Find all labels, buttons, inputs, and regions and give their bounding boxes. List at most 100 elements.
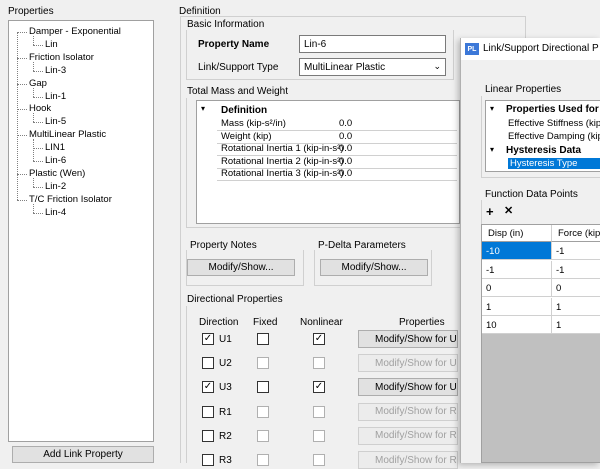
fixed-u3-checkbox[interactable] <box>257 381 269 394</box>
nonlinear-r1-checkbox[interactable] <box>313 405 325 418</box>
popup-tree-section[interactable]: Hysteresis Data <box>506 145 581 156</box>
mass-row-value[interactable]: 0.0 <box>339 168 352 179</box>
function-data-table[interactable]: Disp (in) Force (kip) -10 -1 -1 -1 0 0 1 1 10 1 <box>481 224 600 334</box>
tree-property-item[interactable]: Lin <box>45 39 58 50</box>
modify-r1-button[interactable]: Modify/Show for R1... <box>358 402 458 421</box>
tree-branch-line <box>33 35 34 45</box>
collapse-icon[interactable]: ▾ <box>490 104 494 113</box>
mass-row-value[interactable]: 0.0 <box>339 131 352 142</box>
tree-category-item[interactable]: Damper - Exponential <box>29 26 121 37</box>
mass-row-value[interactable]: 0.0 <box>339 143 352 154</box>
app-icon: PL <box>465 43 479 55</box>
table-cell[interactable]: 10 <box>482 316 552 334</box>
nonlinear-u3-checkbox[interactable]: ✓ <box>313 381 325 394</box>
direction-r2-checkbox[interactable] <box>202 429 214 442</box>
property-name-input[interactable]: Lin-6 <box>299 35 446 53</box>
fixed-u2-checkbox[interactable] <box>257 357 269 370</box>
table-cell[interactable]: 1 <box>482 297 552 316</box>
tree-root-line <box>17 32 18 200</box>
table-cell[interactable]: 1 <box>552 298 600 316</box>
table-cell[interactable]: 0 <box>482 279 552 297</box>
table-cell[interactable]: -1 <box>482 260 552 279</box>
properties-tree[interactable]: Damper - Exponential Lin Friction Isolator… <box>8 20 154 442</box>
direction-u2-checkbox[interactable] <box>202 357 214 370</box>
tree-connector <box>17 32 27 33</box>
tree-branch-line <box>33 113 34 123</box>
nonlinear-u1-checkbox[interactable]: ✓ <box>313 333 325 345</box>
property-name-label: Property Name <box>198 39 270 50</box>
modify-r2-button[interactable]: Modify/Show for R2... <box>358 426 458 445</box>
add-point-icon[interactable]: + <box>486 205 494 218</box>
table-header[interactable]: Force (kip) <box>552 225 600 242</box>
modify-u3-button[interactable]: Modify/Show for U3... <box>358 378 458 397</box>
direction-r1-label: R1 <box>219 406 232 418</box>
tree-connector <box>33 161 43 162</box>
linear-properties-grid[interactable]: ▾ Properties Used for Effective Stiffness … <box>485 100 600 172</box>
mass-weight-title: Total Mass and Weight <box>187 86 288 97</box>
fixed-u1-checkbox[interactable] <box>257 333 269 345</box>
mass-weight-grid[interactable]: ▾ Definition Mass (kip-s²/in) 0.0 Weight (… <box>196 100 460 224</box>
table-cell-selected[interactable]: -10 <box>482 242 552 260</box>
tree-category-item[interactable]: MultiLinear Plastic <box>29 129 106 140</box>
table-cell[interactable]: -1 <box>552 261 600 279</box>
collapse-icon[interactable]: ▾ <box>490 145 494 154</box>
tree-category-item[interactable]: Plastic (Wen) <box>29 168 85 179</box>
direction-u1-checkbox[interactable]: ✓ <box>202 333 214 345</box>
tree-connector <box>17 83 27 85</box>
delete-point-icon[interactable]: ✕ <box>504 205 513 218</box>
tree-property-item[interactable]: Lin-1 <box>45 91 66 102</box>
table-cell[interactable]: 0 <box>552 279 600 297</box>
tree-property-item[interactable]: LIN1 <box>45 142 65 153</box>
tree-property-item[interactable]: Lin-4 <box>45 207 66 218</box>
mass-row-value[interactable]: 0.0 <box>339 156 352 167</box>
direction-r3-label: R3 <box>219 455 232 466</box>
tree-connector <box>33 44 43 46</box>
fixed-r2-checkbox[interactable] <box>257 429 269 442</box>
tree-connector <box>17 109 27 111</box>
tree-category-item[interactable]: T/C Friction Isolator <box>29 194 112 205</box>
property-notes-modify-button[interactable]: Modify/Show... <box>187 259 295 276</box>
table-cell[interactable]: -1 <box>552 242 600 260</box>
directional-frame <box>186 306 187 463</box>
fixed-header: Fixed <box>253 317 278 328</box>
tree-property-item[interactable]: Lin-5 <box>45 116 66 127</box>
add-link-property-button[interactable]: Add Link Property <box>12 446 154 463</box>
nonlinear-r2-checkbox[interactable] <box>313 429 325 442</box>
tree-category-item[interactable]: Friction Isolator <box>29 52 94 63</box>
direction-r1-checkbox[interactable] <box>202 405 214 418</box>
link-type-select[interactable]: MultiLinear Plastic ⌄ <box>299 58 446 76</box>
popup-tree-item[interactable]: Effective Damping (kip/ <box>508 131 600 142</box>
mass-row-separator <box>217 180 457 182</box>
function-data-title: Function Data Points <box>485 189 578 200</box>
tree-property-item[interactable]: Lin-3 <box>45 65 66 76</box>
direction-r3-checkbox[interactable] <box>202 454 214 466</box>
tree-connector <box>33 186 43 188</box>
mass-row-label: Rotational Inertia 3 (kip-in-s²) <box>221 168 344 180</box>
tree-category-item[interactable]: Gap <box>29 78 47 89</box>
tree-property-item[interactable]: Lin-6 <box>45 155 66 166</box>
table-header[interactable]: Disp (in) <box>482 225 552 242</box>
tree-property-item[interactable]: Lin-2 <box>45 181 66 192</box>
dialog-titlebar[interactable]: PL Link/Support Directional P <box>461 38 600 60</box>
fixed-r3-checkbox[interactable] <box>257 454 269 466</box>
tree-connector <box>17 173 27 175</box>
nonlinear-u2-checkbox[interactable] <box>313 357 325 370</box>
mass-row-label: Rotational Inertia 2 (kip-in-s²) <box>221 155 344 167</box>
popup-tree-item[interactable]: Effective Stiffness (kip/ <box>508 118 600 129</box>
pdelta-modify-button[interactable]: Modify/Show... <box>320 259 428 276</box>
modify-r3-button[interactable]: Modify/Show for R3... <box>358 451 458 469</box>
fixed-r1-checkbox[interactable] <box>257 405 269 418</box>
tree-branch-line <box>33 139 34 161</box>
direction-u3-checkbox[interactable]: ✓ <box>202 381 214 394</box>
popup-tree-section[interactable]: Properties Used for <box>506 104 599 115</box>
modify-u1-button[interactable]: Modify/Show for U1... <box>358 330 458 348</box>
collapse-icon[interactable]: ▾ <box>201 104 205 113</box>
modify-u2-button[interactable]: Modify/Show for U2... <box>358 354 458 373</box>
hysteresis-type-row-selected[interactable]: Hysteresis Type <box>508 158 600 170</box>
table-cell[interactable]: 1 <box>552 316 600 334</box>
nonlinear-r3-checkbox[interactable] <box>313 454 325 466</box>
tree-branch-line <box>33 61 34 71</box>
mass-row-value[interactable]: 0.0 <box>339 118 352 129</box>
function-data-empty-area <box>481 334 600 463</box>
direction-u1-label: U1 <box>219 334 232 345</box>
